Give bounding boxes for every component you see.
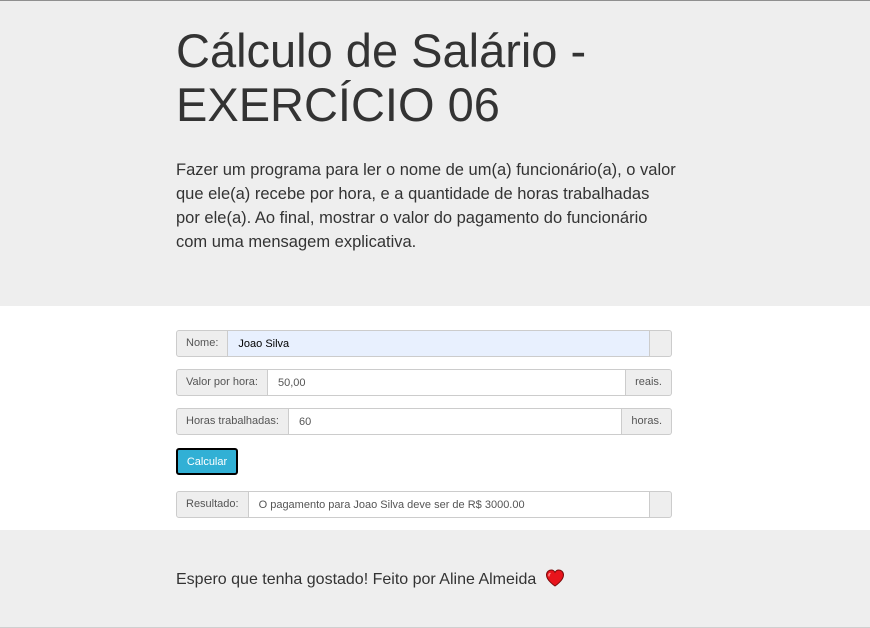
valor-hora-input[interactable] — [267, 369, 627, 396]
footer: Espero que tenha gostado! Feito por Alin… — [176, 569, 565, 594]
footer-text: Espero que tenha gostado! Feito por Alin… — [176, 571, 537, 588]
horas-input[interactable] — [288, 408, 623, 435]
nome-input-group: Nome: — [176, 330, 672, 357]
valor-hora-input-group: Valor por hora: reais. — [176, 369, 672, 396]
page-description: Fazer um programa para ler o nome de um(… — [176, 161, 676, 251]
nome-addon-blank — [650, 330, 672, 357]
horas-label: Horas trabalhadas: — [176, 408, 289, 435]
horas-input-group: Horas trabalhadas: horas. — [176, 408, 672, 435]
valor-hora-suffix: reais. — [626, 369, 672, 396]
heart-icon — [545, 569, 565, 594]
resultado-input-group: Resultado: — [176, 491, 672, 518]
calcular-button[interactable]: Calcular — [176, 448, 238, 475]
nome-input[interactable] — [228, 330, 650, 357]
valor-hora-label: Valor por hora: — [176, 369, 268, 396]
page-title: Cálculo de Salário - EXERCÍCIO 06 — [176, 24, 587, 131]
resultado-label: Resultado: — [176, 491, 249, 518]
horas-suffix: horas. — [622, 408, 672, 435]
resultado-output[interactable] — [248, 491, 650, 518]
resultado-addon-blank — [650, 491, 672, 518]
nome-label: Nome: — [176, 330, 229, 357]
